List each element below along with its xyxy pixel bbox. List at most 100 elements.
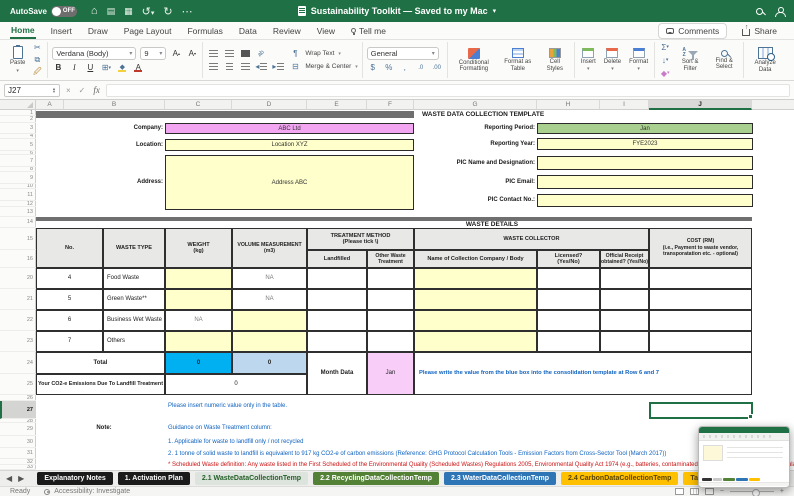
paste-button[interactable]: Paste▾ [8,45,27,75]
clear-button[interactable]: ◆▾ [659,68,671,79]
column-header-D[interactable]: D [232,100,307,110]
row-5-landfilled[interactable] [307,289,367,310]
underline-button[interactable]: U [84,62,96,73]
comma-style-button[interactable]: , [399,62,411,73]
decrease-decimal-button[interactable]: .00 [431,62,443,73]
cut-button[interactable]: ✂ [31,42,43,53]
column-header-F[interactable]: F [367,100,414,110]
more-icon[interactable]: ⋯ [182,5,193,18]
font-color-button[interactable]: A [132,62,144,73]
fill-color-button[interactable]: ◆ [116,62,128,73]
column-header-C[interactable]: C [165,100,232,110]
row-6-waste-type[interactable]: Business Wet Waste [103,310,165,331]
share-button[interactable]: Share [735,24,784,38]
row-5-cost[interactable] [649,289,752,310]
coauthor-icon[interactable] [775,7,784,16]
row-6-volume[interactable] [232,310,307,331]
save-icon[interactable]: ▤ [107,6,116,17]
borders-button[interactable]: ⊞▾ [100,62,112,73]
format-cells-button[interactable]: Format▾ [627,47,650,74]
accounting-format-button[interactable]: $ [367,62,379,73]
tabs-scroll-left-icon[interactable]: ◀ [6,474,12,483]
selected-cell-J27[interactable] [649,402,753,419]
sheet-tab-2-1-wastedatacollectiontemp[interactable]: 2.1 WasteDataCollectionTemp [195,472,308,485]
row-7-volume[interactable] [232,331,307,352]
row-4-waste-type[interactable]: Food Waste [103,268,165,289]
row-6-cost[interactable] [649,310,752,331]
insert-function-icon[interactable]: fx [93,85,100,95]
sheet-tab-2-3-waterdatacollectiontemp[interactable]: 2.3 WaterDataCollectionTemp [444,472,556,485]
form-field-reporting-year-[interactable]: FYE2023 [537,138,753,150]
cancel-entry-icon[interactable]: × [66,86,71,95]
format-as-table-button[interactable]: Format as Table [500,47,536,73]
ribbon-tab-insert[interactable]: Insert [50,24,73,38]
zoom-slider[interactable] [730,491,774,492]
name-box[interactable]: J27 ▲▼ [4,84,60,97]
ribbon-tab-page-layout[interactable]: Page Layout [123,24,173,38]
row-7-licensed[interactable] [537,331,600,352]
form-field-company-[interactable]: ABC Ltd [165,123,414,134]
comments-button[interactable]: Comments [658,23,727,39]
home-icon[interactable]: ⌂ [91,5,98,17]
title-chevron-down-icon[interactable]: ▾ [493,7,497,15]
select-all-corner[interactable] [0,100,36,110]
page-break-view-icon[interactable] [705,488,714,495]
row-4-other-treatment[interactable] [367,268,414,289]
row-5-other-treatment[interactable] [367,289,414,310]
row-6-receipt[interactable] [600,310,649,331]
delete-cells-button[interactable]: Delete▾ [602,47,623,74]
form-field-pic-email-[interactable] [537,175,753,189]
row-6-landfilled[interactable] [307,310,367,331]
cell-styles-button[interactable]: Cell Styles [540,47,570,73]
redo-icon[interactable]: ↻ [163,5,172,18]
search-icon[interactable] [756,8,763,15]
orientation-icon[interactable]: ab [253,45,269,61]
column-header-G[interactable]: G [414,100,537,110]
sheet-tab-2-4-carbondatacollectiontemp[interactable]: 2.4 CarbonDataCollectionTemp [561,472,678,485]
form-field-pic-contact-no-[interactable] [537,194,753,207]
merge-center-button[interactable]: ⊟ Merge & Center▾ [289,61,357,72]
row-4-collection-company[interactable] [414,268,537,289]
align-middle-icon[interactable] [223,48,235,59]
column-header-J[interactable]: J [649,100,752,110]
row-7-other-treatment[interactable] [367,331,414,352]
column-header-A[interactable]: A [36,100,64,110]
column-header-H[interactable]: H [537,100,600,110]
row-4-licensed[interactable] [537,268,600,289]
sort-filter-button[interactable]: AZ Sort & Filter [675,47,705,73]
screenshot-thumbnail-preview[interactable] [698,426,790,488]
ribbon-tab-tell-me[interactable]: Tell me [350,24,387,38]
wrap-text-button[interactable]: ¶ Wrap Text▾ [289,48,357,59]
confirm-entry-icon[interactable]: ✓ [79,86,86,95]
decrease-indent-icon[interactable]: ◂ [255,61,268,72]
form-field-pic-name-and-designation-[interactable] [537,156,753,170]
row-7-waste-type[interactable]: Others [103,331,165,352]
grow-font-button[interactable]: A▴ [170,48,182,59]
align-right-icon[interactable] [239,61,251,72]
font-name-select[interactable]: Verdana (Body)▾ [52,47,136,60]
row-6-other-treatment[interactable] [367,310,414,331]
sheet-tab-2-2-recyclingdatacollectiontemp[interactable]: 2.2 RecyclingDataCollectionTemp [313,472,439,485]
row-7-landfilled[interactable] [307,331,367,352]
row-7-weight[interactable] [165,331,232,352]
ribbon-tab-view[interactable]: View [316,24,336,38]
undo-icon[interactable]: ↺▾ [142,5,155,18]
font-size-select[interactable]: 9▾ [140,47,166,60]
percent-style-button[interactable]: % [383,62,395,73]
row-5-weight[interactable] [165,289,232,310]
row-4-weight[interactable] [165,268,232,289]
row-4-landfilled[interactable] [307,268,367,289]
conditional-formatting-button[interactable]: Conditional Formatting [452,47,496,74]
row-4-volume[interactable]: NA [232,268,307,289]
row-5-receipt[interactable] [600,289,649,310]
row-5-volume[interactable]: NA [232,289,307,310]
row-6-weight[interactable]: NA [165,310,232,331]
row-7-no[interactable]: 7 [36,331,103,352]
row-5-waste-type[interactable]: Green Waste** [103,289,165,310]
copy-button[interactable]: ⧉ [31,55,43,66]
analyze-data-button[interactable]: Analyze Data [748,46,782,74]
ribbon-tab-review[interactable]: Review [272,24,302,38]
autosave-control[interactable]: AutoSave OFF [10,6,77,17]
autosum-button[interactable]: Σ▾ [659,42,671,53]
page-layout-view-icon[interactable] [690,488,699,495]
